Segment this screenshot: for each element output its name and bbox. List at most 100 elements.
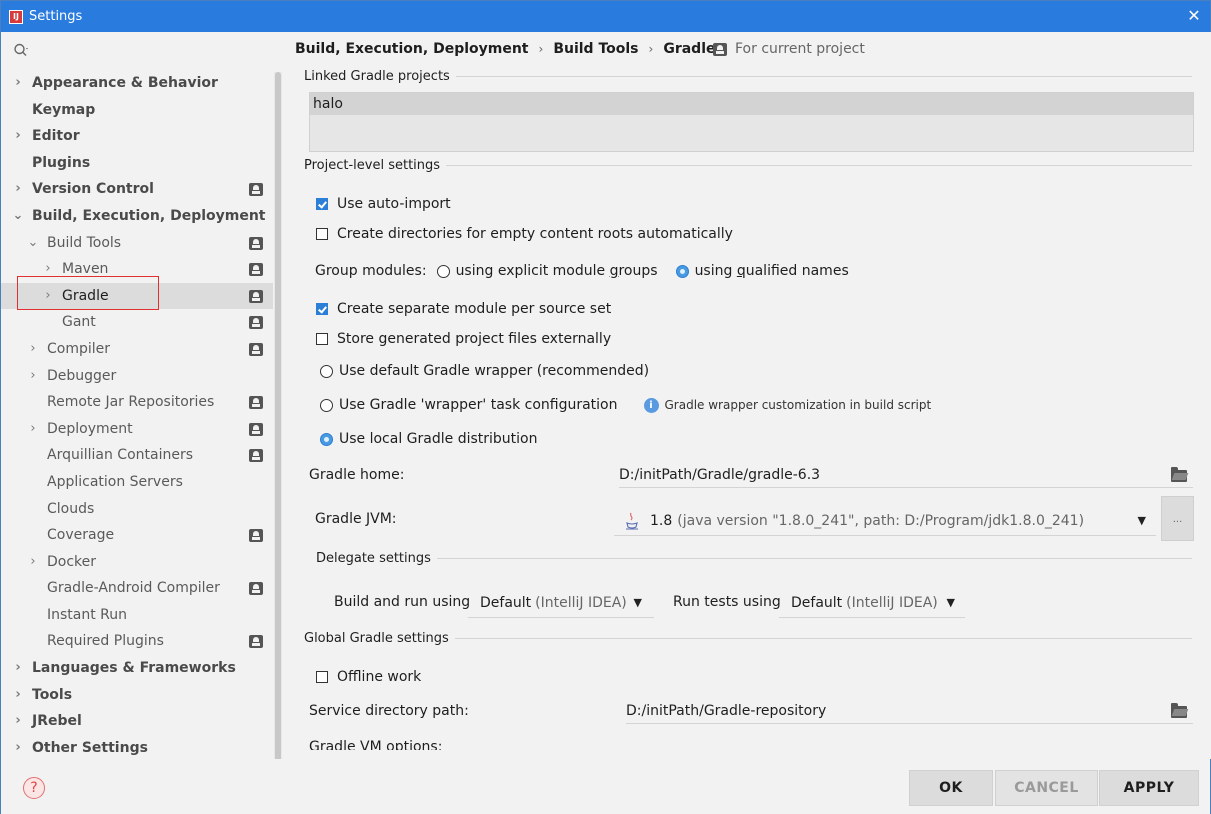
sidebar-item-debugger[interactable]: › Debugger — [1, 363, 273, 390]
label-part: roups — [618, 263, 658, 279]
sidebar-item-label: Keymap — [32, 101, 96, 118]
sidebar-scrollbar[interactable] — [274, 72, 282, 762]
help-icon[interactable]: ? — [23, 777, 45, 799]
chevron-right-icon[interactable]: › — [27, 336, 39, 363]
cancel-button[interactable]: CANCEL — [995, 770, 1098, 806]
sidebar-item-jrebel[interactable]: › JRebel — [1, 708, 273, 735]
close-icon[interactable]: ✕ — [1184, 6, 1204, 26]
chevron-right-icon[interactable]: › — [42, 256, 54, 283]
dropdown-arrow-icon[interactable]: ▼ — [1138, 514, 1146, 527]
chevron-right-icon[interactable]: › — [12, 70, 24, 97]
build-run-value: Default — [480, 594, 532, 611]
chevron-right-icon[interactable]: › — [12, 708, 24, 735]
sidebar-item-keymap[interactable]: Keymap — [1, 97, 273, 124]
sidebar-item-editor[interactable]: › Editor — [1, 123, 273, 150]
sidebar-item-version-control[interactable]: › Version Control — [1, 176, 273, 203]
sidebar-item-remote-jar-repositories[interactable]: Remote Jar Repositories — [1, 389, 273, 416]
gradle-jvm-select[interactable]: 1.8 (java version "1.8.0_241", path: D:/… — [614, 506, 1156, 536]
checkbox-checked-icon[interactable] — [316, 303, 328, 315]
checkbox-checked-icon[interactable] — [316, 198, 328, 210]
intellij-app-icon: IJ — [9, 9, 23, 24]
checkbox-unchecked-icon[interactable] — [316, 671, 328, 683]
sidebar-item-application-servers[interactable]: Application Servers — [1, 469, 273, 496]
linked-projects-list[interactable]: halo — [309, 92, 1194, 152]
chevron-right-icon[interactable]: › — [12, 123, 24, 150]
sidebar-item-instant-run[interactable]: Instant Run — [1, 602, 273, 629]
sidebar-item-build-tools[interactable]: ⌄ Build Tools — [1, 230, 273, 257]
sidebar-item-label: Maven — [62, 261, 109, 278]
settings-search[interactable] — [13, 40, 273, 62]
chevron-right-icon[interactable]: › — [12, 655, 24, 682]
sidebar-item-compiler[interactable]: › Compiler — [1, 336, 273, 363]
sidebar-item-required-plugins[interactable]: Required Plugins — [1, 628, 273, 655]
sidebar-item-tools[interactable]: › Tools — [1, 682, 273, 709]
breadcrumb-separator-icon: › — [648, 42, 654, 56]
sidebar-scrollbar-thumb[interactable] — [275, 72, 281, 762]
sidebar-item-languages-frameworks[interactable]: › Languages & Frameworks — [1, 655, 273, 682]
sidebar-item-label: Remote Jar Repositories — [47, 394, 215, 411]
radio-unselected-icon[interactable] — [320, 398, 333, 412]
build-run-select[interactable]: Default (IntelliJ IDEA) ▼ — [468, 588, 654, 618]
checkbox-label: Create separate module per source set — [337, 301, 612, 317]
jvm-detail: (java version "1.8.0_241", path: D:/Prog… — [677, 512, 1085, 529]
radio-explicit-groups-label[interactable]: using explicit module groups — [456, 263, 658, 279]
sidebar-item-arquillian-containers[interactable]: Arquillian Containers — [1, 442, 273, 469]
chevron-right-icon[interactable]: › — [12, 682, 24, 709]
sidebar-item-clouds[interactable]: Clouds — [1, 496, 273, 523]
apply-button[interactable]: APPLY — [1099, 770, 1199, 806]
use-auto-import-checkbox[interactable]: Use auto-import — [316, 196, 451, 212]
checkbox-unchecked-icon[interactable] — [316, 333, 328, 345]
sidebar-item-deployment[interactable]: › Deployment — [1, 416, 273, 443]
sidebar-item-gant[interactable]: Gant — [1, 309, 273, 336]
store-externally-checkbox[interactable]: Store generated project files externally — [316, 331, 611, 347]
ok-button[interactable]: OK — [909, 770, 993, 806]
sidebar-item-coverage[interactable]: Coverage — [1, 522, 273, 549]
gradle-home-field[interactable]: D:/initPath/Gradle/gradle-6.3 — [619, 462, 1193, 488]
sidebar-item-other-settings[interactable]: › Other Settings — [1, 735, 273, 762]
chevron-right-icon[interactable]: › — [12, 176, 24, 203]
chevron-right-icon[interactable]: › — [27, 549, 39, 576]
create-directories-checkbox[interactable]: Create directories for empty content roo… — [316, 226, 733, 242]
separate-module-checkbox[interactable]: Create separate module per source set — [316, 301, 611, 317]
dropdown-arrow-icon[interactable]: ▼ — [947, 596, 955, 609]
chevron-right-icon[interactable]: › — [27, 416, 39, 443]
service-dir-label: Service directory path: — [309, 703, 469, 719]
sidebar-item-label: Clouds — [47, 500, 95, 517]
settings-window: IJ Settings ✕ › Appearance & Behavior Ke… — [0, 0, 1211, 814]
local-distribution-radio[interactable]: Use local Gradle distribution — [320, 431, 537, 447]
run-tests-select[interactable]: Default (IntelliJ IDEA) ▼ — [779, 588, 965, 618]
wrapper-task-radio[interactable]: Use Gradle 'wrapper' task configuration … — [320, 397, 931, 413]
chevron-down-icon[interactable]: ⌄ — [27, 230, 39, 257]
dropdown-arrow-icon[interactable]: ▼ — [634, 596, 642, 609]
checkbox-unchecked-icon[interactable] — [316, 228, 328, 240]
list-item[interactable]: halo — [310, 93, 1193, 115]
browse-jvm-button[interactable]: ... — [1161, 496, 1194, 541]
sidebar-item-plugins[interactable]: Plugins — [1, 150, 273, 177]
sidebar-item-appearance-behavior[interactable]: › Appearance & Behavior — [1, 70, 273, 97]
sidebar-item-maven[interactable]: › Maven — [1, 256, 273, 283]
folder-open-icon[interactable] — [1171, 467, 1187, 482]
chevron-right-icon[interactable]: › — [12, 735, 24, 762]
radio-selected-icon[interactable] — [675, 264, 689, 278]
titlebar: IJ Settings ✕ — [1, 1, 1210, 32]
chevron-right-icon[interactable]: › — [27, 363, 39, 390]
chevron-down-icon[interactable]: ⌄ — [12, 203, 24, 230]
sidebar-item-docker[interactable]: › Docker — [1, 549, 273, 576]
radio-selected-icon[interactable] — [320, 432, 333, 446]
radio-qualified-names-label[interactable]: using qualified names — [695, 263, 849, 279]
label-part: using explicit module — [455, 263, 610, 279]
sidebar-item-gradle[interactable]: › Gradle — [1, 282, 273, 310]
chevron-right-icon[interactable]: › — [42, 283, 54, 310]
radio-unselected-icon[interactable] — [320, 364, 333, 378]
offline-work-checkbox[interactable]: Offline work — [316, 669, 421, 685]
service-dir-field[interactable]: D:/initPath/Gradle-repository — [626, 698, 1193, 724]
sidebar-item-label: Build Tools — [47, 234, 122, 251]
folder-open-icon[interactable] — [1171, 703, 1187, 718]
sidebar-item-build-execution-deployment[interactable]: ⌄ Build, Execution, Deployment — [1, 203, 273, 230]
default-wrapper-radio[interactable]: Use default Gradle wrapper (recommended) — [320, 363, 649, 379]
label-part: ualified names — [745, 263, 849, 279]
radio-unselected-icon[interactable] — [436, 264, 450, 278]
breadcrumb-item: Build Tools — [553, 41, 639, 57]
sidebar-item-gradle-android-compiler[interactable]: Gradle-Android Compiler — [1, 575, 273, 602]
search-icon[interactable] — [13, 42, 31, 60]
